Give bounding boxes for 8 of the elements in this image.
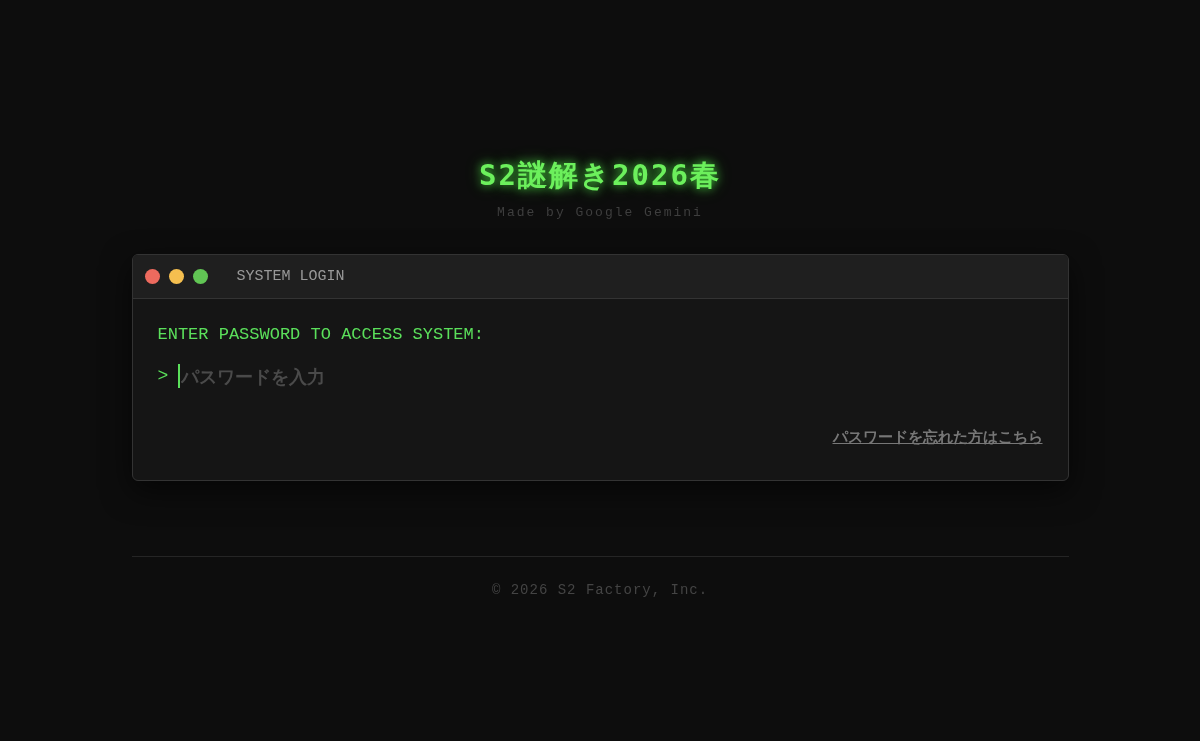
window-title: SYSTEM LOGIN — [236, 268, 345, 285]
close-icon[interactable] — [144, 269, 160, 284]
page-title: S2謎解き2026春 — [479, 157, 721, 194]
prompt-text: ENTER PASSWORD TO ACCESS SYSTEM: — [157, 325, 485, 344]
minimize-icon[interactable] — [168, 269, 184, 284]
forgot-password-link[interactable]: パスワードを忘れた方はこちら — [832, 428, 1043, 447]
prompt-symbol: > — [157, 366, 169, 386]
maximize-icon[interactable] — [192, 269, 208, 284]
